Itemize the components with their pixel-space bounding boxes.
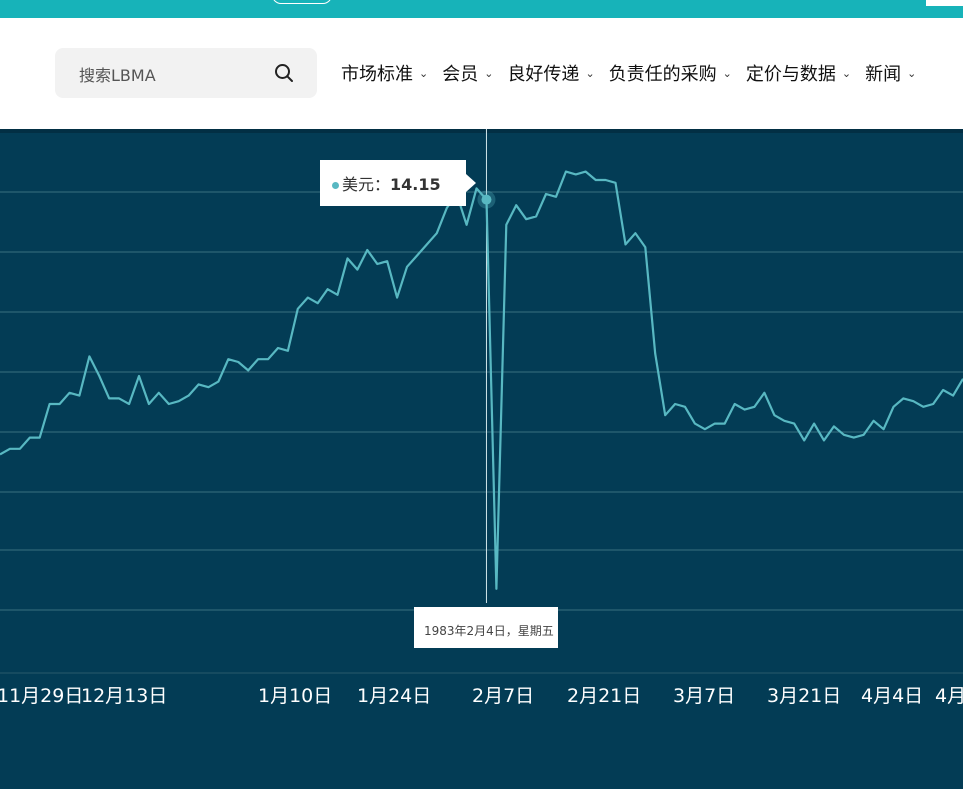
chevron-down-icon: ⌄: [722, 66, 732, 80]
chevron-down-icon: ⌄: [585, 66, 595, 80]
tooltip-series-label: 美元：: [342, 175, 391, 194]
main-nav-menu: 市场标准 ⌄ 会员 ⌄ 良好传递 ⌄ 负责任的采购 ⌄ 定价与数据 ⌄ 新闻 ⌄: [341, 61, 930, 85]
search-icon[interactable]: [274, 63, 294, 83]
navigation-header: 搜索LBMA 市场标准 ⌄ 会员 ⌄ 良好传递 ⌄ 负责任的采购 ⌄ 定价与数据…: [0, 18, 963, 129]
x-tick-label: 4月4日: [861, 685, 924, 707]
x-tick-label: 11月29日: [0, 685, 84, 707]
date-tooltip: 1983年2月4日，星期五: [414, 607, 558, 648]
chart-gridlines: [0, 191, 963, 611]
highlight-point: [481, 194, 492, 205]
date-tooltip-label: 1983年2月4日，星期五: [424, 624, 554, 638]
top-brand-bar: [0, 0, 963, 18]
chevron-down-icon: ⌄: [841, 66, 852, 80]
nav-item-good-delivery[interactable]: 良好传递 ⌄: [507, 60, 594, 86]
nav-item-label: 良好传递: [507, 64, 580, 85]
chevron-down-icon: ⌄: [484, 66, 494, 80]
value-tooltip: 美元：14.15: [320, 160, 476, 206]
nav-item-responsible-sourcing[interactable]: 负责任的采购 ⌄: [609, 60, 732, 86]
nav-item-market-standards[interactable]: 市场标准 ⌄: [341, 60, 428, 86]
x-tick-label: 1月24日: [357, 685, 432, 707]
x-tick-label: 3月7日: [673, 685, 736, 707]
nav-item-news[interactable]: 新闻 ⌄: [865, 60, 916, 86]
x-tick-label: 3月21日: [767, 685, 842, 707]
x-tick-label: 4月: [935, 685, 963, 707]
nav-item-label: 市场标准: [341, 64, 413, 85]
tooltip-arrow: [466, 174, 476, 192]
nav-item-label: 负责任的采购: [608, 64, 717, 85]
search-box[interactable]: 搜索LBMA: [55, 48, 317, 98]
x-tick-label: 1月10日: [258, 685, 333, 707]
top-bar-corner-tab[interactable]: [926, 0, 963, 6]
date-tooltip-arrow: [478, 607, 492, 608]
nav-item-label: 新闻: [865, 64, 902, 85]
top-bar-button[interactable]: [272, 0, 332, 4]
nav-item-prices-data[interactable]: 定价与数据 ⌄: [746, 60, 851, 86]
series-line-usd: [0, 170, 963, 590]
nav-item-label: 定价与数据: [745, 64, 836, 85]
chevron-down-icon: ⌄: [419, 66, 429, 80]
series-dot-icon: [332, 182, 339, 189]
x-tick-label: 2月21日: [567, 685, 642, 707]
search-input[interactable]: 搜索LBMA: [79, 62, 156, 86]
x-tick-label: 2月7日: [472, 685, 535, 707]
price-line-chart[interactable]: [0, 129, 963, 689]
tooltip-value: 14.15: [390, 175, 441, 194]
chevron-down-icon: ⌄: [907, 66, 917, 80]
nav-item-label: 会员: [442, 64, 479, 85]
nav-item-members[interactable]: 会员 ⌄: [442, 60, 493, 86]
x-tick-label: 12月13日: [81, 685, 168, 707]
